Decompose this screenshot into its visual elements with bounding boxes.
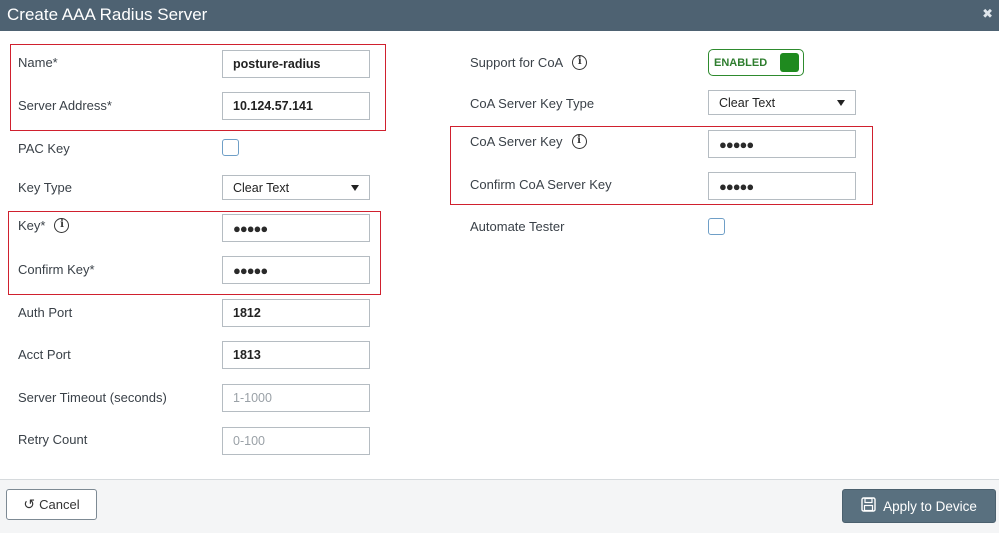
confirm-coa-key-label: Confirm CoA Server Key (470, 177, 612, 192)
pac-key-checkbox[interactable] (222, 139, 239, 156)
close-icon[interactable]: ✖ (982, 6, 993, 22)
key-input[interactable]: ●●●●● (222, 214, 370, 242)
automate-tester-checkbox[interactable] (708, 218, 725, 235)
server-address-label: Server Address* (18, 98, 112, 113)
caret-down-icon (351, 184, 359, 191)
pac-key-label: PAC Key (18, 141, 70, 156)
key-label: Key* (18, 218, 46, 233)
server-timeout-input[interactable]: 1-1000 (222, 384, 370, 412)
name-label: Name* (18, 55, 58, 70)
key-type-select[interactable]: Clear Text (222, 175, 370, 200)
toggle-state: ENABLED (714, 56, 768, 69)
info-icon[interactable]: i (54, 218, 70, 233)
caret-down-icon (837, 99, 845, 106)
cancel-button[interactable]: ↺ Cancel (6, 489, 97, 520)
key-type-selected: Clear Text (233, 180, 290, 195)
key-type-label: Key Type (18, 180, 72, 195)
coa-key-type-selected: Clear Text (719, 95, 776, 110)
support-coa-label-row: Support for CoA i (470, 55, 588, 70)
acct-port-label: Acct Port (18, 347, 71, 362)
retry-count-input[interactable]: 0-100 (222, 427, 370, 455)
confirm-key-label: Confirm Key* (18, 262, 95, 277)
cancel-button-label: Cancel (39, 497, 80, 512)
auth-port-label: Auth Port (18, 305, 73, 320)
coa-key-label-row: CoA Server Key i (470, 134, 587, 149)
coa-key-input[interactable]: ●●●●● (708, 130, 856, 158)
name-input[interactable]: posture-radius (222, 50, 370, 78)
key-label-row: Key* i (18, 218, 70, 233)
confirm-key-input[interactable]: ●●●●● (222, 256, 370, 284)
retry-count-label: Retry Count (18, 432, 88, 447)
support-coa-label: Support for CoA (470, 55, 564, 70)
automate-tester-label: Automate Tester (470, 219, 565, 234)
confirm-coa-key-input[interactable]: ●●●●● (708, 172, 856, 200)
auth-port-input[interactable]: 1812 (222, 299, 370, 327)
floppy-disk-icon (861, 497, 876, 515)
support-coa-toggle[interactable]: ENABLED (708, 49, 804, 76)
toggle-knob (780, 53, 799, 72)
dialog-title: Create AAA Radius Server (7, 5, 208, 24)
apply-to-device-button[interactable]: Apply to Device (842, 489, 996, 523)
coa-key-type-select[interactable]: Clear Text (708, 90, 856, 115)
server-timeout-label: Server Timeout (seconds) (18, 390, 167, 405)
dialog-titlebar: Create AAA Radius Server ✖ (0, 0, 999, 31)
server-address-input[interactable]: 10.124.57.141 (222, 92, 370, 120)
acct-port-input[interactable]: 1813 (222, 341, 370, 369)
info-icon[interactable]: i (572, 55, 588, 70)
undo-icon: ↺ (23, 496, 36, 512)
apply-button-label: Apply to Device (883, 498, 977, 514)
coa-key-type-label: CoA Server Key Type (470, 96, 595, 111)
info-icon[interactable]: i (571, 134, 587, 149)
coa-key-label: CoA Server Key (470, 134, 563, 149)
